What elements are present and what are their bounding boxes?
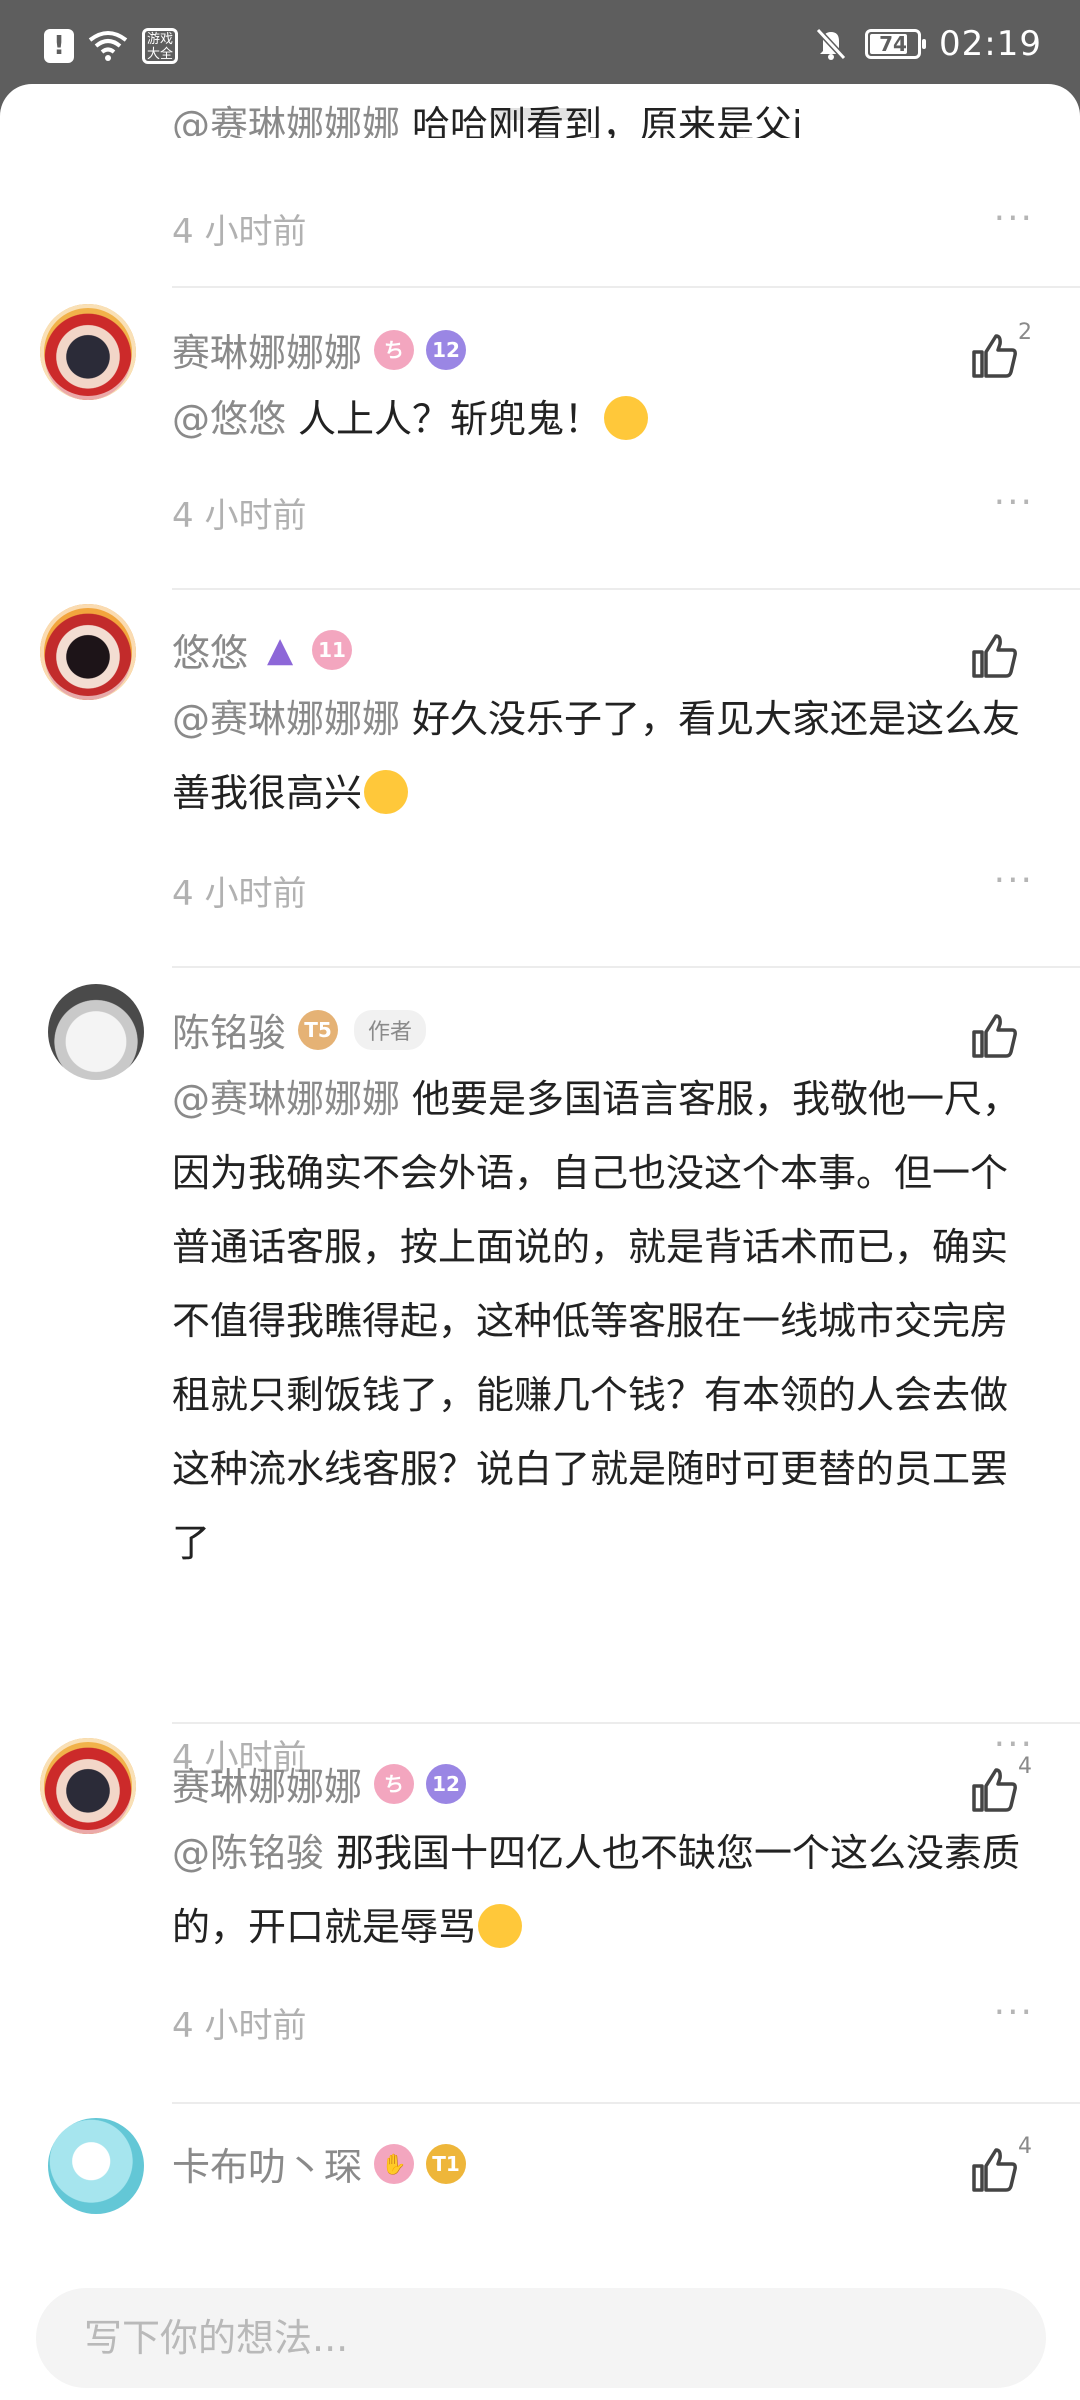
comment-author[interactable]: 卡布叻丶琛 ✋ T1 <box>172 2136 467 2191</box>
more-options-button[interactable]: ··· <box>994 860 1034 901</box>
comment-text-partial: @赛琳娜娜娜 哈哈刚看到，原来是父j <box>172 88 1042 138</box>
mention-link[interactable]: @赛琳娜娜娜 <box>172 1077 400 1121</box>
comment-input[interactable] <box>36 2288 1046 2388</box>
alert-icon: ! <box>44 29 74 63</box>
status-bar: ! 游戏大全 74 02:19 <box>0 0 1080 95</box>
like-button[interactable] <box>968 630 1020 682</box>
mention-link[interactable]: @悠悠 <box>172 397 286 441</box>
avatar[interactable] <box>40 604 136 700</box>
more-options-button[interactable]: ··· <box>994 482 1034 523</box>
comment-author[interactable]: 赛琳娜娜娜 ち 12 <box>172 322 467 377</box>
comment-text: @赛琳娜娜娜 好久没乐子了，看见大家还是这么友善我很高兴 <box>172 697 1021 815</box>
mention-link[interactable]: @赛琳娜娜娜 <box>172 697 400 741</box>
app-notification-icon: 游戏大全 <box>142 28 178 64</box>
comment-time: 4 小时前 <box>172 496 307 536</box>
author-tag: 作者 <box>354 1009 427 1050</box>
divider <box>172 588 1080 590</box>
comment-time: 4 小时前 <box>172 212 307 252</box>
thumbs-up-icon <box>972 2148 1017 2192</box>
yum-emoji-icon <box>478 1903 523 1948</box>
comment-input-bar <box>0 2250 1080 2400</box>
level-badge-icon: T1 <box>426 2143 467 2184</box>
avatar[interactable] <box>40 1738 136 1834</box>
thumbs-up-icon <box>972 334 1017 378</box>
like-count: 4 <box>1018 1754 1032 1779</box>
divider <box>172 966 1080 968</box>
like-button[interactable] <box>968 1764 1020 1816</box>
divider <box>172 2102 1080 2104</box>
hug-emoji-icon <box>604 395 649 440</box>
comment-text: @赛琳娜娜娜 他要是多国语言客服，我敬他一尺，因为我确实不会外语，自己也没这个本事… <box>172 1077 1021 1565</box>
mention-link[interactable]: @陈铭骏 <box>172 1831 324 1875</box>
hand-badge-icon: ✋ <box>374 2143 415 2184</box>
like-count: 2 <box>1018 320 1032 345</box>
comment-author[interactable]: 赛琳娜娜娜 ち 12 <box>172 1756 467 1811</box>
comment-author[interactable]: 悠悠 ▲ 11 <box>172 622 353 677</box>
level-badge-icon: ち <box>374 1763 415 1804</box>
battery-icon: 74 <box>865 29 927 59</box>
level-badge-icon: ち <box>374 329 415 370</box>
rank-badge-icon: 11 <box>312 629 353 670</box>
more-options-button[interactable]: ··· <box>994 1992 1034 2033</box>
avatar[interactable] <box>48 2118 144 2214</box>
bell-off-icon <box>815 27 847 61</box>
level-badge-icon: T5 <box>298 1009 339 1050</box>
avatar[interactable] <box>48 984 144 1080</box>
hug-emoji-icon <box>364 769 409 814</box>
like-button[interactable] <box>968 2144 1020 2196</box>
comment-text: @陈铭骏 那我国十四亿人也不缺您一个这么没素质的，开口就是辱骂 <box>172 1831 1021 1949</box>
thumbs-up-icon <box>972 1014 1017 1058</box>
more-options-button[interactable]: ··· <box>994 198 1034 239</box>
status-time: 02:19 <box>939 24 1042 64</box>
comment-sheet: @赛琳娜娜娜 哈哈刚看到，原来是父j 4 小时前 ··· 赛琳娜娜娜 ち 12 2… <box>0 84 1080 2400</box>
mention-link[interactable]: @赛琳娜娜娜 <box>172 103 400 138</box>
like-button[interactable] <box>968 330 1020 382</box>
divider <box>172 1722 1080 1724</box>
like-button[interactable] <box>968 1010 1020 1062</box>
thumbs-up-icon <box>972 1768 1017 1812</box>
crystal-badge-icon: ▲ <box>266 629 294 670</box>
comment-time: 4 小时前 <box>172 874 307 914</box>
wifi-icon <box>88 31 128 61</box>
divider <box>172 286 1080 288</box>
comment-text: @悠悠 人上人？斩兜鬼！ <box>172 382 1042 456</box>
thumbs-up-icon <box>972 634 1017 678</box>
comment-author[interactable]: 陈铭骏 T5 作者 <box>172 1002 427 1057</box>
comment-time: 4 小时前 <box>172 2006 307 2046</box>
like-count: 4 <box>1018 2134 1032 2159</box>
avatar[interactable] <box>40 304 136 400</box>
rank-badge-icon: 12 <box>426 1763 467 1804</box>
rank-badge-icon: 12 <box>426 329 467 370</box>
